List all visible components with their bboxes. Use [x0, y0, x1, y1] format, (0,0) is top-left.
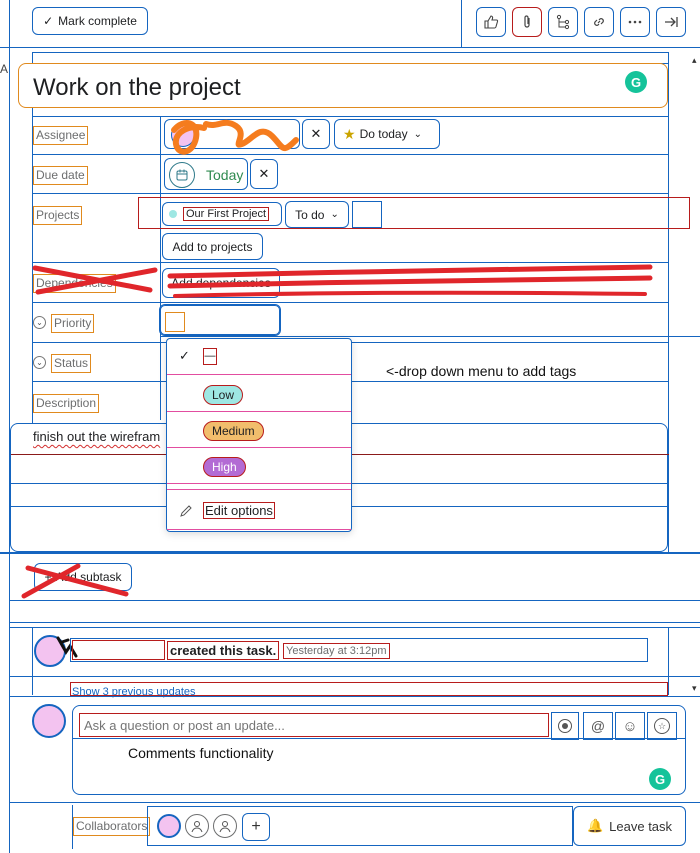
link-icon	[594, 18, 604, 26]
smile-icon: ☺	[622, 717, 638, 735]
mark-complete-button[interactable]: ✓ Mark complete	[32, 7, 148, 35]
projects-label: Projects	[33, 206, 83, 225]
edit-options-label: Edit options	[203, 502, 275, 519]
clear-due-date-button[interactable]: ✕	[250, 159, 278, 189]
add-to-projects-button[interactable]: Add to projects	[162, 233, 263, 260]
mark-complete-label: Mark complete	[58, 14, 137, 28]
pencil-icon	[180, 505, 192, 517]
do-today-button[interactable]: ★ Do today ⌄	[334, 119, 440, 149]
option-none-label: —	[203, 348, 217, 365]
priority-select[interactable]	[159, 304, 281, 336]
comments-annotation: Comments functionality	[128, 745, 274, 761]
check-icon: ✓	[179, 348, 190, 363]
close-pane-button[interactable]	[656, 7, 686, 37]
comment-input[interactable]	[79, 713, 549, 737]
bell-icon: 🔔	[586, 818, 604, 833]
collaborator-avatar[interactable]	[213, 814, 237, 838]
scribble-redaction	[171, 119, 299, 155]
project-section-label: To do	[295, 207, 325, 222]
option-medium-label: Medium	[203, 421, 264, 441]
check-icon: ✓	[43, 14, 54, 28]
due-date-picker[interactable]: Today	[164, 158, 248, 190]
collaborators-list	[147, 806, 573, 846]
dropdown-option-high[interactable]: High	[167, 448, 351, 484]
record-icon	[558, 719, 572, 733]
project-extra-slot[interactable]	[352, 201, 382, 228]
person-icon	[219, 821, 231, 833]
dropdown-annotation: <-drop down menu to add tags	[386, 363, 577, 379]
appreciation-button[interactable]: ☆	[647, 712, 677, 740]
project-name: Our First Project	[183, 207, 270, 221]
close-icon: ✕	[258, 166, 270, 181]
close-icon: ✕	[310, 126, 322, 141]
chevron-down-icon: ⌄	[330, 209, 339, 220]
priority-dropdown-menu: ✓ — Low Medium High Edit options	[166, 338, 352, 532]
leave-task-label: Leave task	[609, 818, 673, 834]
project-section-select[interactable]: To do ⌄	[285, 201, 349, 228]
assignee-label: Assignee	[33, 126, 89, 145]
option-high-label: High	[203, 457, 246, 477]
arrow-right-bar-icon	[665, 17, 678, 27]
attach-button[interactable]	[512, 7, 542, 37]
scroll-up-icon[interactable]: ▴	[692, 55, 697, 66]
record-button[interactable]	[551, 712, 579, 740]
due-date-value: Today	[206, 167, 244, 183]
due-date-label: Due date	[33, 166, 88, 185]
add-collaborator-button[interactable]: +	[242, 813, 270, 841]
grammarly-icon: G	[649, 768, 671, 790]
copy-link-button[interactable]	[584, 7, 614, 37]
more-actions-button[interactable]	[620, 7, 650, 37]
paperclip-icon	[524, 15, 530, 28]
project-color-dot	[169, 210, 177, 218]
avatar	[32, 704, 66, 738]
subtasks-button[interactable]	[548, 7, 578, 37]
remove-assignee-button[interactable]: ✕	[302, 119, 330, 149]
at-icon: @	[590, 718, 606, 734]
plus-icon: +	[251, 818, 261, 835]
option-low-label: Low	[203, 385, 244, 405]
star-badge-icon: ☆	[654, 718, 670, 734]
task-title-box[interactable]: Work on the project G	[18, 63, 668, 108]
chevron-down-icon: ⌄	[413, 128, 422, 140]
collaborator-avatar[interactable]	[185, 814, 209, 838]
person-icon	[191, 821, 203, 833]
more-icon	[628, 20, 642, 24]
collaborator-avatar[interactable]	[157, 814, 181, 838]
scroll-down-icon[interactable]: ▾	[692, 683, 697, 694]
dropdown-option-none[interactable]: ✓ —	[167, 339, 351, 375]
task-title[interactable]: Work on the project	[33, 74, 241, 102]
calendar-icon	[169, 162, 195, 188]
edit-options-item[interactable]: Edit options	[167, 494, 351, 530]
status-label: Status	[51, 354, 92, 373]
chevron-circle-icon: ⌄	[33, 316, 46, 329]
star-icon: ★	[343, 125, 356, 142]
partial-letter: A	[0, 62, 9, 76]
project-chip[interactable]: Our First Project	[162, 202, 282, 226]
branch-icon	[556, 14, 570, 30]
leave-task-button[interactable]: 🔔 Leave task	[573, 806, 686, 846]
priority-label: Priority	[51, 314, 95, 333]
grammarly-icon: G	[625, 71, 647, 93]
do-today-label: Do today	[359, 127, 408, 141]
like-button[interactable]	[476, 7, 506, 37]
mention-button[interactable]: @	[583, 712, 613, 740]
strikethrough-annotation	[21, 563, 129, 599]
dropdown-option-medium[interactable]: Medium	[167, 412, 351, 448]
emoji-button[interactable]: ☺	[615, 712, 645, 740]
dropdown-option-low[interactable]: Low	[167, 376, 351, 412]
description-label: Description	[33, 394, 100, 413]
thumbs-up-icon	[484, 15, 499, 29]
description-text[interactable]: finish out the wirefram	[33, 429, 160, 444]
add-to-projects-label: Add to projects	[172, 239, 253, 254]
collaborators-label: Collaborators	[73, 817, 151, 836]
chevron-circle-icon: ⌄	[33, 356, 46, 369]
strikethrough-annotation	[32, 264, 653, 298]
